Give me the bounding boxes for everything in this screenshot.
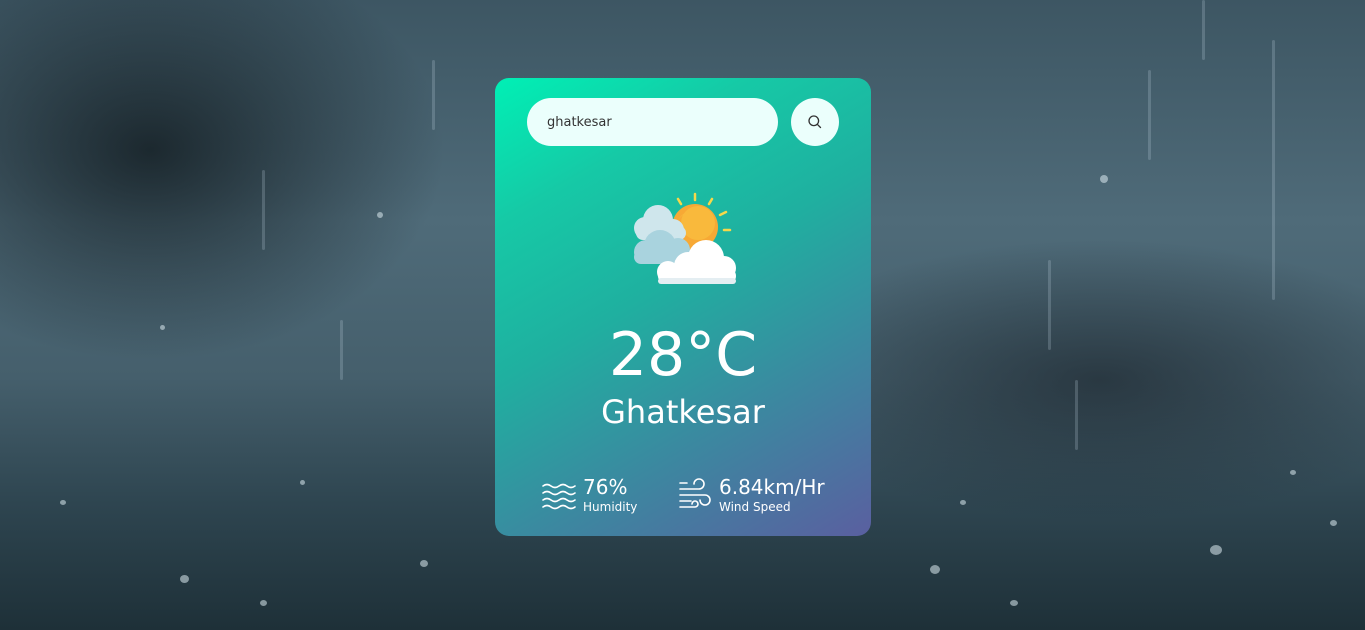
humidity-stat: 76% Humidity bbox=[541, 472, 637, 518]
search-bar bbox=[527, 98, 839, 146]
wind-label: Wind Speed bbox=[719, 500, 791, 514]
humidity-label: Humidity bbox=[583, 500, 638, 514]
temperature: 28°C bbox=[608, 320, 758, 390]
partly-cloudy-icon bbox=[634, 192, 736, 284]
search-button[interactable] bbox=[791, 98, 839, 146]
wind-icon bbox=[679, 478, 711, 508]
search-input[interactable] bbox=[527, 98, 778, 146]
weather-card: 28°C Ghatkesar 76% Humidity bbox=[495, 78, 871, 536]
humidity-value: 76% bbox=[583, 475, 628, 499]
wind-stat: 6.84km/Hr Wind Speed bbox=[677, 472, 825, 518]
wind-value: 6.84km/Hr bbox=[719, 475, 825, 499]
city-name: Ghatkesar bbox=[601, 393, 765, 431]
humidity-waves-icon bbox=[542, 483, 576, 510]
search-icon bbox=[808, 115, 822, 129]
